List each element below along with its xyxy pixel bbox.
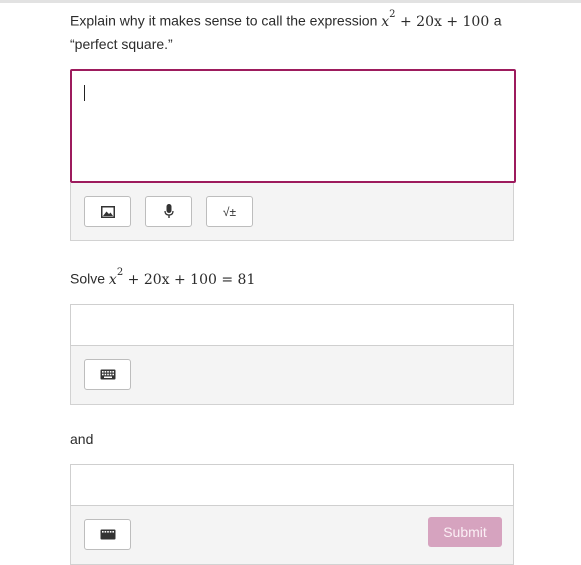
question-2-line: Solve x2 + 20x + 100 = 81 bbox=[70, 267, 256, 288]
top-divider bbox=[0, 0, 581, 3]
image-icon bbox=[100, 205, 115, 218]
answer-text-editor[interactable] bbox=[70, 69, 516, 183]
answer-input-1[interactable] bbox=[70, 304, 514, 346]
keyboard-button-1[interactable] bbox=[84, 359, 131, 390]
keyboard-icon bbox=[100, 529, 115, 540]
question-1-expression: x2 + 20x + 100 bbox=[381, 9, 490, 30]
math-symbol-icon: √± bbox=[222, 204, 237, 219]
submit-button[interactable]: Submit bbox=[428, 517, 502, 547]
keyboard-button-2[interactable] bbox=[84, 519, 131, 550]
microphone-icon bbox=[163, 204, 174, 218]
insert-image-button[interactable] bbox=[84, 196, 131, 227]
question-1-line-2: “perfect square.” bbox=[70, 36, 173, 52]
editor-toolbar: √± bbox=[70, 183, 514, 241]
answer-input-2[interactable] bbox=[70, 464, 514, 506]
question-1-prefix: Explain why it makes sense to call the e… bbox=[70, 12, 378, 29]
text-caret bbox=[84, 85, 85, 101]
answer-1-toolbar bbox=[70, 346, 514, 405]
voice-record-button[interactable] bbox=[145, 196, 192, 227]
question-1-suffix: a bbox=[493, 12, 502, 29]
math-equation-button[interactable]: √± bbox=[206, 196, 253, 227]
question-1-line-1: Explain why it makes sense to call the e… bbox=[70, 9, 502, 30]
keyboard-icon bbox=[100, 369, 115, 380]
question-2-prefix: Solve bbox=[70, 270, 106, 287]
connector-text: and bbox=[70, 431, 94, 447]
question-2-expression: x2 + 20x + 100 = 81 bbox=[108, 267, 256, 288]
